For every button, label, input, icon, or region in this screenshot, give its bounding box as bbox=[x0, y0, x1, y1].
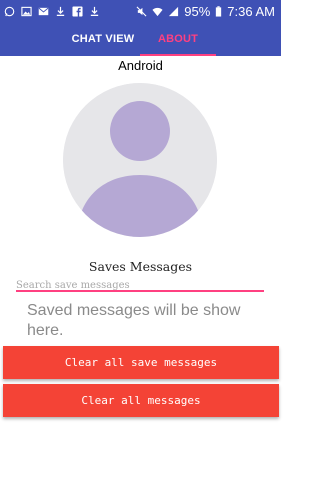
clear-all-messages-button[interactable]: Clear all messages bbox=[3, 384, 279, 417]
signal-icon bbox=[168, 6, 179, 17]
facebook-icon bbox=[72, 5, 83, 17]
user-avatar-icon bbox=[63, 83, 217, 237]
clock: 7:36 AM bbox=[227, 3, 275, 19]
download-icon bbox=[89, 6, 100, 17]
battery-percent: 95% bbox=[184, 3, 211, 19]
image-icon bbox=[21, 6, 32, 17]
battery-icon bbox=[215, 5, 222, 17]
whatsapp-icon bbox=[4, 6, 15, 17]
mail-icon bbox=[38, 6, 49, 17]
notification-icons bbox=[0, 5, 100, 17]
system-status: 95% 7:36 AM bbox=[136, 4, 281, 19]
app-name: Android bbox=[118, 58, 163, 73]
tab-bar: CHAT VIEW ABOUT bbox=[0, 22, 281, 56]
saved-messages-title: Saves Messages bbox=[88, 259, 193, 274]
mute-icon bbox=[136, 6, 147, 17]
search-input-underline bbox=[16, 290, 264, 292]
empty-state-text: Saved messages will be show here. bbox=[27, 302, 241, 339]
download-icon bbox=[55, 6, 66, 17]
status-bar: 95% 7:36 AM bbox=[0, 0, 281, 22]
active-tab-indicator bbox=[140, 54, 216, 56]
tab-about[interactable]: ABOUT bbox=[140, 22, 216, 56]
clear-saved-messages-button[interactable]: Clear all save messages bbox=[3, 346, 279, 379]
wifi-icon bbox=[152, 6, 163, 17]
